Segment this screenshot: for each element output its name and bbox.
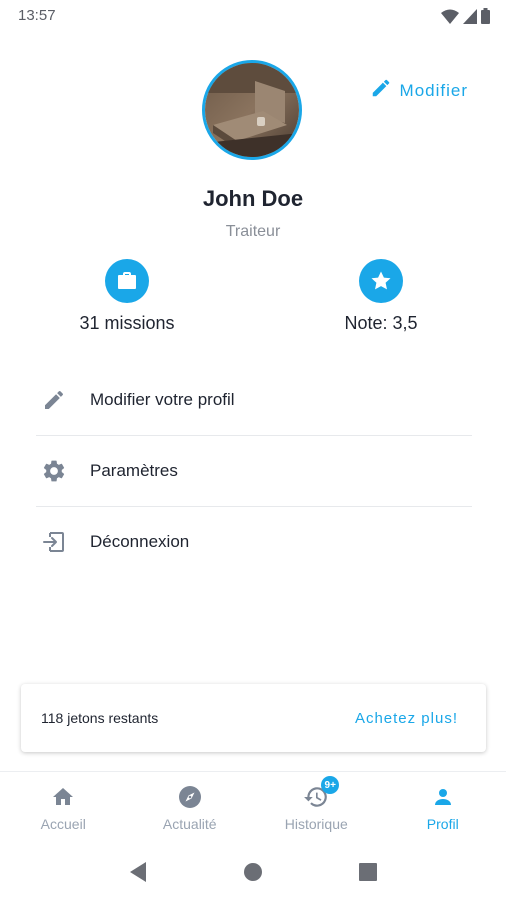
nav-home[interactable]: Accueil <box>0 772 127 844</box>
system-nav <box>0 843 506 900</box>
rating-value: Note: 3,5 <box>344 313 418 333</box>
wifi-icon <box>441 9 459 29</box>
status-bar: 13:57 <box>0 0 506 32</box>
nav-label: Historique <box>284 816 348 832</box>
menu-item-edit-profile[interactable]: Modifier votre profil <box>36 365 472 436</box>
nav-label: Actualité <box>162 816 217 832</box>
buy-tokens-button[interactable]: Achetez plus! <box>355 710 458 727</box>
compass-icon <box>177 784 203 810</box>
pencil-icon <box>40 386 68 414</box>
tokens-card: 118 jetons restants Achetez plus! <box>21 684 486 752</box>
menu-item-label: Déconnexion <box>90 532 190 551</box>
user-name: John Doe <box>202 186 304 211</box>
nav-news[interactable]: Actualité <box>127 772 254 844</box>
signal-icon <box>463 9 477 29</box>
star-icon <box>359 259 403 303</box>
nav-profile[interactable]: Profil <box>380 772 506 844</box>
battery-icon <box>481 8 490 29</box>
menu-item-settings[interactable]: Paramètres <box>36 436 472 507</box>
nav-history[interactable]: 9+ Historique <box>253 772 380 844</box>
menu-item-label: Modifier votre profil <box>90 390 235 409</box>
status-icons <box>441 8 490 29</box>
bottom-nav: Accueil Actualité 9+ Historique Profil <box>0 771 506 844</box>
status-time: 13:57 <box>18 7 56 24</box>
rating-stat: Note: 3,5 <box>281 259 481 334</box>
tokens-remaining: 118 jetons restants <box>41 710 159 726</box>
user-role: Traiteur <box>225 223 281 240</box>
menu-item-logout[interactable]: Déconnexion <box>36 507 472 577</box>
edit-profile-link[interactable]: Modifier <box>370 77 468 104</box>
profile-screen: 13:57 Modifier John Doe Traiteur 31 miss… <box>0 0 506 900</box>
home-circle-icon[interactable] <box>233 852 273 892</box>
notification-badge: 9+ <box>321 776 340 794</box>
pencil-icon <box>370 77 392 104</box>
recents-icon[interactable] <box>348 852 388 892</box>
missions-stat: 31 missions <box>27 259 227 334</box>
missions-count: 31 missions <box>79 313 175 333</box>
nav-label: Profil <box>426 816 459 832</box>
edit-link-label: Modifier <box>399 80 468 100</box>
logout-icon <box>40 528 68 556</box>
menu-item-label: Paramètres <box>90 461 178 480</box>
profile-menu: Modifier votre profil Paramètres Déconne… <box>36 365 472 577</box>
person-icon <box>430 784 456 810</box>
nav-label: Accueil <box>40 816 86 832</box>
avatar <box>202 60 302 160</box>
history-icon: 9+ <box>303 776 340 810</box>
briefcase-icon <box>105 259 149 303</box>
back-icon[interactable] <box>118 852 158 892</box>
home-icon <box>50 784 76 810</box>
gear-icon <box>40 457 68 485</box>
